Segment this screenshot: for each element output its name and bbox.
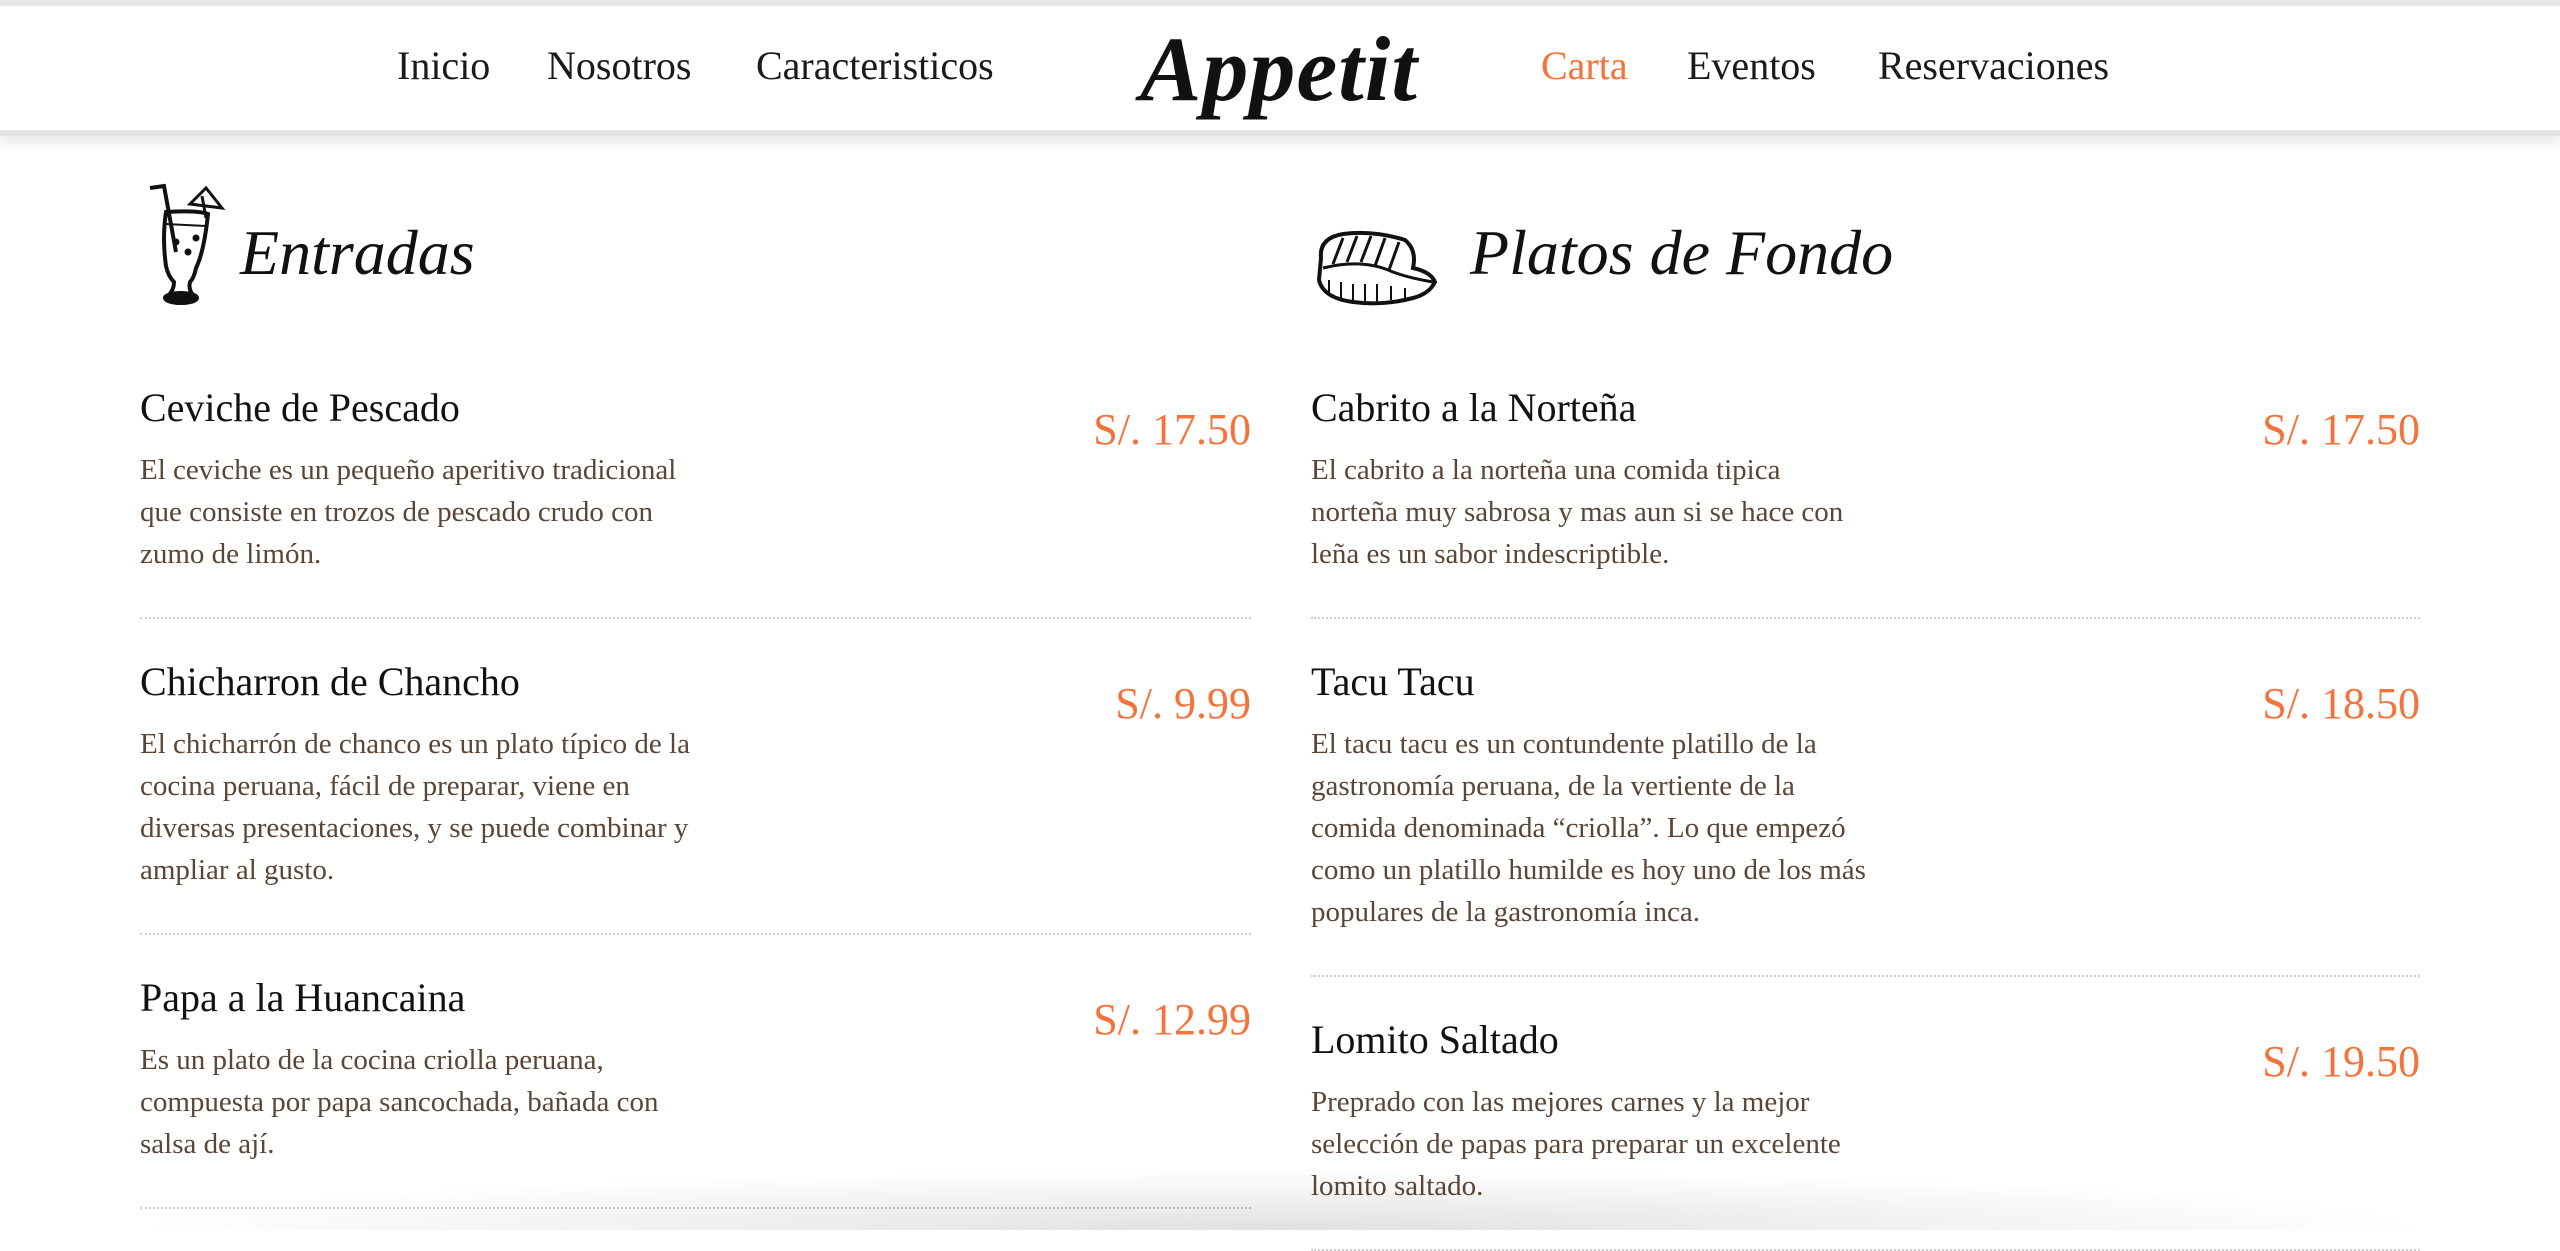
section-title: Entradas (240, 217, 475, 288)
menu-item: Papa a la Huancaina Es un plato de la co… (140, 935, 1251, 1209)
cocktail-icon (144, 182, 240, 311)
nav-carta[interactable]: Carta (1541, 42, 1628, 89)
menu-item: Chicharron de Chancho El chicharrón de c… (140, 619, 1251, 935)
item-description: El chicharrón de chanco es un plato típi… (140, 728, 690, 886)
item-name: Lomito Saltado (1311, 1017, 1559, 1062)
item-description: El ceviche es un pequeño aperitivo tradi… (140, 454, 677, 570)
item-price: S/. 19.50 (2262, 1037, 2420, 1086)
item-description: Es un plato de la cocina criolla peruana… (140, 1044, 659, 1160)
menu-item: Ceviche de Pescado El ceviche es un pequ… (140, 345, 1251, 619)
menu-list: Cabrito a la Norteña El cabrito a la nor… (1311, 345, 2420, 1251)
item-price: S/. 18.50 (2262, 679, 2420, 728)
item-name: Cabrito a la Norteña (1311, 385, 1637, 430)
item-name: Chicharron de Chancho (140, 659, 520, 704)
menu-item: Tacu Tacu El tacu tacu es un contundente… (1311, 619, 2420, 977)
menu-list: Ceviche de Pescado El ceviche es un pequ… (140, 345, 1251, 1209)
nav-eventos[interactable]: Eventos (1687, 42, 1816, 89)
nav-nosotros[interactable]: Nosotros (547, 42, 691, 89)
navbar: Inicio Nosotros Caracteristicos Appetit … (0, 6, 2560, 136)
item-price: S/. 9.99 (1115, 679, 1251, 728)
item-price: S/. 17.50 (1093, 405, 1251, 454)
section-platos-de-fondo: Platos de Fondo Cabrito a la Norteña El … (1311, 180, 2420, 1251)
section-header: Platos de Fondo (1311, 180, 2420, 310)
menu-item: Lomito Saltado Preprado con las mejores … (1311, 977, 2420, 1251)
item-name: Ceviche de Pescado (140, 385, 460, 430)
item-description: El tacu tacu es un contundente platillo … (1311, 728, 1866, 928)
logo[interactable]: Appetit (1140, 16, 1418, 122)
section-title: Platos de Fondo (1470, 217, 1894, 288)
item-description: El cabrito a la norteña una comida tipic… (1311, 454, 1844, 570)
item-price: S/. 17.50 (2262, 405, 2420, 454)
item-name: Papa a la Huancaina (140, 975, 466, 1020)
nav-caracteristicos[interactable]: Caracteristicos (756, 42, 994, 89)
section-header: Entradas (140, 180, 1251, 310)
item-price: S/. 12.99 (1093, 995, 1251, 1044)
steak-icon (1313, 228, 1439, 313)
nav-inicio[interactable]: Inicio (397, 42, 490, 89)
menu-item: Cabrito a la Norteña El cabrito a la nor… (1311, 345, 2420, 619)
item-description: Preprado con las mejores carnes y la mej… (1311, 1086, 1841, 1202)
nav-reservaciones[interactable]: Reservaciones (1878, 42, 2109, 89)
section-entradas: Entradas Ceviche de Pescado El ceviche e… (140, 180, 1251, 1209)
item-name: Tacu Tacu (1311, 659, 1475, 704)
